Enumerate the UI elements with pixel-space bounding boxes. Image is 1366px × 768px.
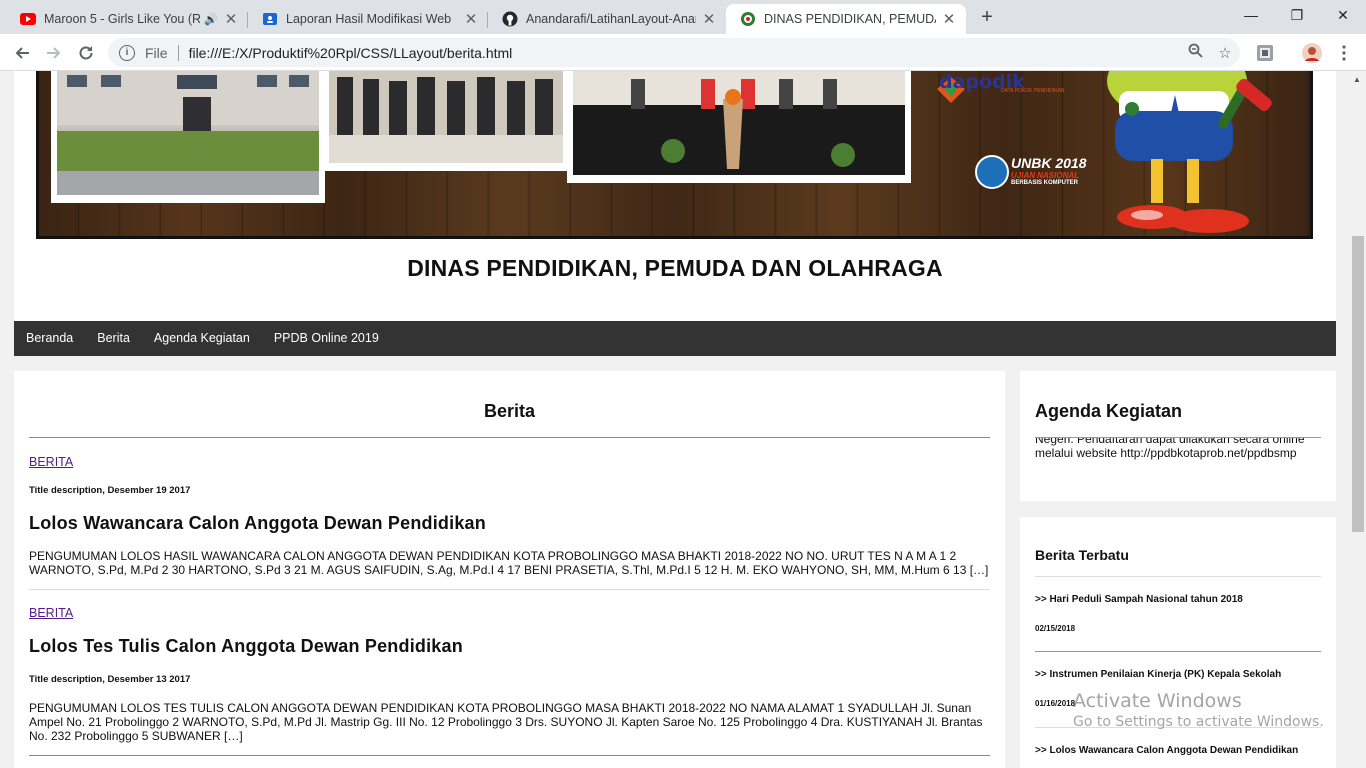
reload-button[interactable] [73, 40, 99, 66]
tab-dinas-pendidikan[interactable]: DINAS PENDIDIKAN, PEMUDA D ✕ [726, 4, 966, 34]
sidebar-agenda-panel: Agenda Kegiatan Negeri. Pendaftaran dapa… [1020, 371, 1336, 501]
close-tab-icon[interactable]: ✕ [702, 10, 716, 28]
latest-news-divider [1035, 576, 1321, 577]
post-title[interactable]: Lolos Wawancara Calon Anggota Dewan Pend… [29, 513, 486, 534]
tab-youtube[interactable]: Maroon 5 - Girls Like You (Re 🔊 ✕ [6, 4, 248, 34]
latest-news-item[interactable]: >> Lolos Wawancara Calon Anggota Dewan P… [1035, 745, 1298, 756]
post-category-link[interactable]: BERITA [29, 455, 73, 469]
browser-toolbar: i File file:///E:/X/Produktif%20Rpl/CSS/… [0, 34, 1366, 71]
post-meta: Title description, Desember 19 2017 [29, 485, 191, 496]
unbk-title: UNBK 2018 [1011, 155, 1087, 171]
tab-title: Laporan Hasil Modifikasi Web [286, 12, 452, 26]
latest-news-date: 01/16/2018 [1035, 699, 1076, 708]
scroll-thumb[interactable] [1352, 236, 1364, 532]
close-tab-icon[interactable]: ✕ [464, 10, 478, 28]
github-icon [502, 11, 518, 27]
scheme-label: File [145, 44, 168, 61]
post-divider [29, 589, 990, 590]
header-banner: dapodik DATA POKOK PENDIDIKAN UNBK 2018 … [36, 71, 1313, 239]
latest-news-date: 02/15/2018 [1035, 624, 1076, 633]
tab-laporan[interactable]: Laporan Hasil Modifikasi Web ✕ [248, 4, 488, 34]
watermark-subtitle: Go to Settings to activate Windows. [1073, 714, 1324, 730]
reload-icon [79, 46, 93, 60]
tab-strip: Maroon 5 - Girls Like You (Re 🔊 ✕ Lapora… [0, 0, 1366, 34]
nav-beranda[interactable]: Beranda [14, 321, 85, 356]
close-tab-icon[interactable]: ✕ [942, 10, 956, 28]
close-tab-icon[interactable]: ✕ [224, 10, 238, 28]
mascot-illustration [1107, 71, 1272, 233]
sidebar-latest-news-panel: Berita Terbatu >> Hari Peduli Sampah Nas… [1020, 517, 1336, 768]
close-window-button[interactable]: ✕ [1320, 0, 1366, 30]
forward-button[interactable] [41, 40, 67, 66]
speaker-icon[interactable]: 🔊 [204, 13, 218, 26]
agenda-heading: Agenda Kegiatan [1035, 401, 1183, 421]
restore-button[interactable]: ❐ [1274, 0, 1320, 30]
nav-ppdb-online[interactable]: PPDB Online 2019 [262, 321, 391, 356]
tut-wuri-seal-icon [975, 155, 1009, 189]
site-title: DINAS PENDIDIKAN, PEMUDA DAN OLAHRAGA [407, 255, 943, 281]
unbk-logo: UNBK 2018 UJIAN NASIONAL BERBASIS KOMPUT… [975, 153, 1105, 193]
banner-photo-meeting [567, 71, 911, 183]
dapodik-subtitle: DATA POKOK PENDIDIKAN [1001, 88, 1065, 94]
minimize-button[interactable]: — [1228, 0, 1274, 30]
latest-news-divider [1035, 651, 1321, 652]
tab-title: Maroon 5 - Girls Like You (Re [44, 12, 201, 26]
zoom-icon[interactable] [1180, 43, 1210, 62]
youtube-icon [20, 11, 36, 27]
post-meta: Title description, Desember 13 2017 [29, 674, 191, 685]
banner-photo-office [51, 71, 325, 203]
address-bar[interactable]: i File file:///E:/X/Produktif%20Rpl/CSS/… [108, 38, 1240, 67]
menu-kebab-icon[interactable] [1333, 42, 1355, 64]
new-tab-button[interactable]: + [976, 6, 998, 29]
post-category-link[interactable]: BERITA [29, 606, 73, 620]
post-divider [29, 755, 990, 756]
scroll-up-arrow-icon[interactable]: ▲ [1353, 75, 1361, 84]
tab-github[interactable]: Anandarafi/LatihanLayout-Ananc ✕ [488, 4, 726, 34]
latest-news-item[interactable]: >> Instrumen Penilaian Kinerja (PK) Kepa… [1035, 669, 1281, 680]
tab-title: Anandarafi/LatihanLayout-Ananc [526, 12, 696, 26]
tab-title: DINAS PENDIDIKAN, PEMUDA D [764, 12, 936, 26]
heading-divider [29, 437, 990, 438]
windows-activation-watermark: Activate Windows Go to Settings to activ… [1073, 690, 1324, 730]
watermark-title: Activate Windows [1073, 690, 1242, 712]
nav-agenda-kegiatan[interactable]: Agenda Kegiatan [142, 321, 262, 356]
google-classroom-icon [262, 11, 278, 27]
page-viewport: dapodik DATA POKOK PENDIDIKAN UNBK 2018 … [0, 71, 1350, 768]
post-title[interactable]: Lolos Tes Tulis Calon Anggota Dewan Pend… [29, 636, 463, 657]
latest-news-item[interactable]: >> Hari Peduli Sampah Nasional tahun 201… [1035, 594, 1243, 605]
nav-berita[interactable]: Berita [85, 321, 142, 356]
profile-avatar[interactable] [1301, 42, 1323, 64]
omnibox-divider [177, 44, 179, 61]
info-icon[interactable]: i [119, 44, 135, 61]
banner-photo-group [323, 71, 569, 171]
arrow-right-icon [47, 47, 61, 59]
back-button[interactable] [9, 40, 35, 66]
news-content-panel: Berita BERITA Title description, Desembe… [14, 371, 1005, 768]
unbk-tagline: BERBASIS KOMPUTER [1011, 180, 1079, 186]
site-logo-icon [740, 11, 756, 27]
bookmark-star-icon[interactable]: ☆ [1210, 44, 1240, 62]
arrow-left-icon [15, 47, 29, 59]
post-excerpt: PENGUMUMAN LOLOS TES TULIS CALON ANGGOTA… [29, 701, 983, 743]
post-excerpt: PENGUMUMAN LOLOS HASIL WAWANCARA CALON A… [29, 549, 989, 577]
agenda-text: Negeri. Pendaftaran dapat dilakukan seca… [1035, 438, 1305, 460]
content-heading: Berita [483, 401, 536, 421]
main-navigation: Beranda Berita Agenda Kegiatan PPDB Onli… [14, 321, 1336, 356]
agenda-marquee: Negeri. Pendaftaran dapat dilakukan seca… [1035, 438, 1321, 474]
extension-icon[interactable] [1254, 42, 1276, 64]
page-scrollbar[interactable]: ▲ [1350, 71, 1366, 768]
unbk-subtitle: UJIAN NASIONAL [1011, 171, 1080, 180]
url-text[interactable]: file:///E:/X/Produktif%20Rpl/CSS/LLayout… [189, 45, 1180, 61]
latest-news-heading: Berita Terbatu [1035, 547, 1129, 563]
